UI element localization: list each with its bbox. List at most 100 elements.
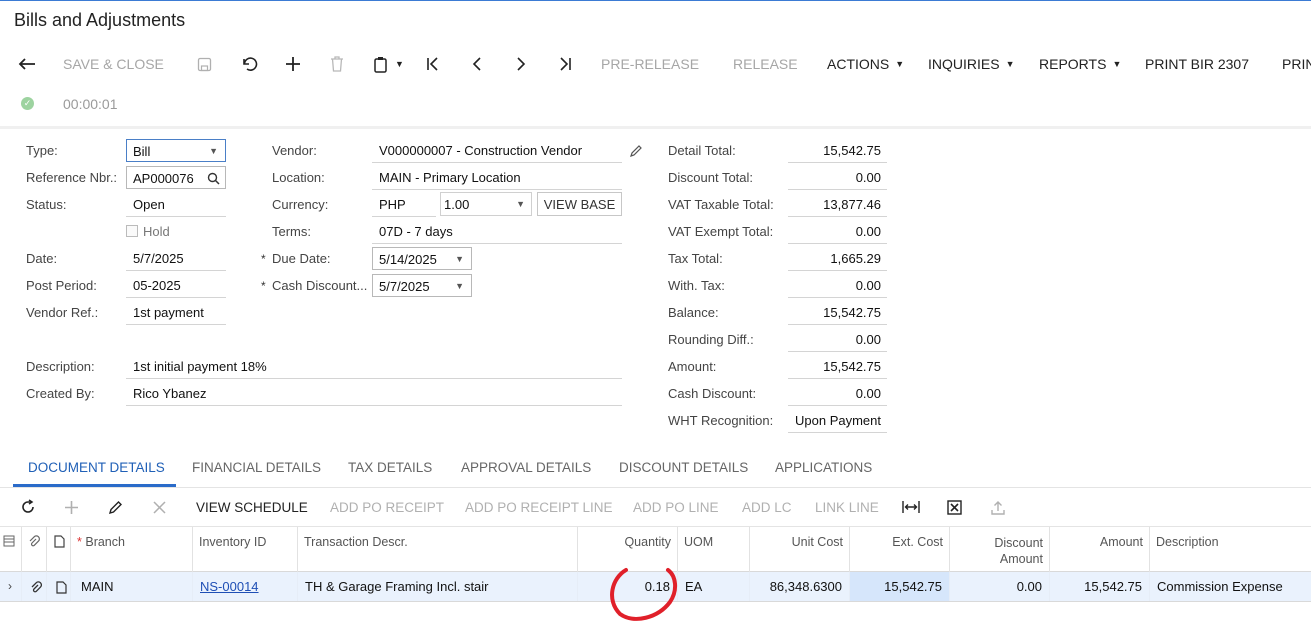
row-notes[interactable]: [47, 572, 71, 601]
tab-financial-details[interactable]: FINANCIAL DETAILS: [192, 460, 321, 475]
cash-discount-date-label: Cash Discount...: [272, 278, 368, 293]
with-tax-value: 0.00: [788, 278, 887, 298]
tab-applications[interactable]: APPLICATIONS: [775, 460, 872, 475]
ext-cost-column-header[interactable]: Ext. Cost: [850, 527, 950, 572]
date-field[interactable]: 5/7/2025: [126, 251, 226, 271]
export-excel-button[interactable]: [947, 497, 962, 517]
row-chevron-right-icon[interactable]: ›: [0, 572, 22, 601]
post-period-label: Post Period:: [26, 278, 97, 293]
add-po-receipt-button[interactable]: ADD PO RECEIPT: [330, 497, 444, 517]
cash-discount-date-field[interactable]: 5/7/2025 ▼: [372, 274, 472, 297]
save-button[interactable]: [197, 54, 212, 74]
add-po-line-button[interactable]: ADD PO LINE: [633, 497, 719, 517]
fit-columns-button[interactable]: [902, 497, 920, 517]
unit-cost-column-header[interactable]: Unit Cost: [750, 527, 850, 572]
add-lc-button[interactable]: ADD LC: [742, 497, 792, 517]
add-button[interactable]: [285, 54, 301, 74]
branch-header-label: Branch: [85, 535, 125, 549]
inventory-id-link[interactable]: NS-00014: [200, 579, 259, 594]
print-bir-2307-button[interactable]: PRINT BIR 2307: [1145, 54, 1249, 74]
tab-document-details[interactable]: DOCUMENT DETAILS: [28, 460, 165, 475]
page-title: Bills and Adjustments: [14, 10, 186, 30]
vat-taxable-total-value: 13,877.46: [788, 197, 887, 217]
previous-record-button[interactable]: [470, 54, 484, 74]
reports-menu[interactable]: REPORTS ▼: [1039, 54, 1121, 74]
actions-menu[interactable]: ACTIONS ▼: [827, 54, 904, 74]
row-selector-column: [0, 527, 22, 572]
inquiries-menu[interactable]: INQUIRIES ▼: [928, 54, 1015, 74]
currency-label: Currency:: [272, 197, 329, 212]
delete-button[interactable]: [330, 54, 344, 74]
vendor-field[interactable]: V000000007 - Construction Vendor: [372, 143, 622, 163]
close-icon: [153, 500, 166, 514]
refresh-button[interactable]: [20, 497, 36, 517]
pencil-edit-icon[interactable]: [629, 144, 643, 158]
undo-icon: [243, 57, 258, 71]
tab-discount-details[interactable]: DISCOUNT DETAILS: [619, 460, 748, 475]
pre-release-button[interactable]: PRE-RELEASE: [601, 54, 699, 74]
transaction-descr-column-header[interactable]: Transaction Descr.: [298, 527, 578, 572]
first-record-button[interactable]: [425, 54, 441, 74]
amount-cell[interactable]: 15,542.75: [1050, 572, 1150, 601]
view-schedule-button[interactable]: VIEW SCHEDULE: [196, 497, 308, 517]
undo-button[interactable]: [240, 54, 258, 74]
top-accent-line: [0, 0, 1311, 1]
next-record-button[interactable]: [514, 54, 528, 74]
edit-row-button[interactable]: [108, 497, 123, 517]
description-cell[interactable]: Commission Expense: [1150, 572, 1311, 601]
transaction-descr-cell[interactable]: TH & Garage Framing Incl. stair: [298, 572, 578, 601]
inquiries-label: INQUIRIES: [928, 56, 1000, 72]
terms-field[interactable]: 07D - 7 days: [372, 224, 622, 244]
save-close-button[interactable]: SAVE & CLOSE: [63, 54, 164, 74]
currency-field[interactable]: PHP: [372, 197, 436, 217]
paperclip-icon: [29, 535, 40, 547]
detail-total-value: 15,542.75: [788, 143, 887, 163]
branch-cell[interactable]: MAIN: [71, 572, 193, 601]
created-by-label: Created By:: [26, 386, 95, 401]
discount-amount-cell[interactable]: 0.00: [950, 572, 1050, 601]
chevron-down-icon: ▼: [895, 59, 905, 69]
currency-rate-select[interactable]: 1.00 ▼: [440, 192, 532, 216]
description-column-header[interactable]: Description: [1150, 527, 1311, 572]
description-field[interactable]: 1st initial payment 18%: [126, 359, 622, 379]
tab-approval-details[interactable]: APPROVAL DETAILS: [461, 460, 591, 475]
description-label: Description:: [26, 359, 95, 374]
terms-label: Terms:: [272, 224, 311, 239]
reference-nbr-field[interactable]: AP000076: [126, 166, 226, 189]
uom-cell[interactable]: EA: [678, 572, 750, 601]
release-button[interactable]: RELEASE: [733, 54, 798, 74]
unit-cost-cell[interactable]: 86,348.6300: [750, 572, 850, 601]
hold-checkbox[interactable]: [126, 225, 138, 237]
inventory-id-cell[interactable]: NS-00014: [193, 572, 298, 601]
print-button-truncated[interactable]: PRIN: [1282, 54, 1311, 74]
uom-column-header[interactable]: UOM: [678, 527, 750, 572]
back-button[interactable]: [18, 54, 36, 74]
add-row-button[interactable]: [64, 497, 79, 517]
ext-cost-cell[interactable]: 15,542.75: [850, 572, 950, 601]
location-field[interactable]: MAIN - Primary Location: [372, 170, 622, 190]
delete-row-button[interactable]: [153, 497, 166, 517]
view-base-button[interactable]: VIEW BASE: [537, 192, 622, 216]
save-icon: [197, 57, 212, 71]
chevron-down-icon: ▼: [1112, 59, 1122, 69]
inventory-id-column-header[interactable]: Inventory ID: [193, 527, 298, 572]
tab-tax-details[interactable]: TAX DETAILS: [348, 460, 432, 475]
link-line-button[interactable]: LINK LINE: [815, 497, 879, 517]
vendor-ref-field[interactable]: 1st payment: [126, 305, 226, 325]
last-record-button[interactable]: [557, 54, 573, 74]
amount-column-header[interactable]: Amount: [1050, 527, 1150, 572]
add-po-receipt-line-button[interactable]: ADD PO RECEIPT LINE: [465, 497, 613, 517]
due-date-value: 5/14/2025: [379, 252, 437, 267]
post-period-field[interactable]: 05-2025: [126, 278, 226, 298]
copy-paste-button[interactable]: ▼: [373, 54, 404, 74]
location-label: Location:: [272, 170, 325, 185]
note-icon: [56, 581, 67, 594]
type-select[interactable]: Bill ▼: [126, 139, 226, 162]
vendor-label: Vendor:: [272, 143, 317, 158]
reference-nbr-value: AP000076: [133, 171, 194, 186]
upload-button[interactable]: [991, 497, 1005, 517]
branch-column-header[interactable]: * Branch: [71, 527, 193, 572]
row-attachments[interactable]: [22, 572, 47, 601]
due-date-field[interactable]: 5/14/2025 ▼: [372, 247, 472, 270]
discount-amount-column-header[interactable]: Discount Amount: [950, 527, 1050, 572]
